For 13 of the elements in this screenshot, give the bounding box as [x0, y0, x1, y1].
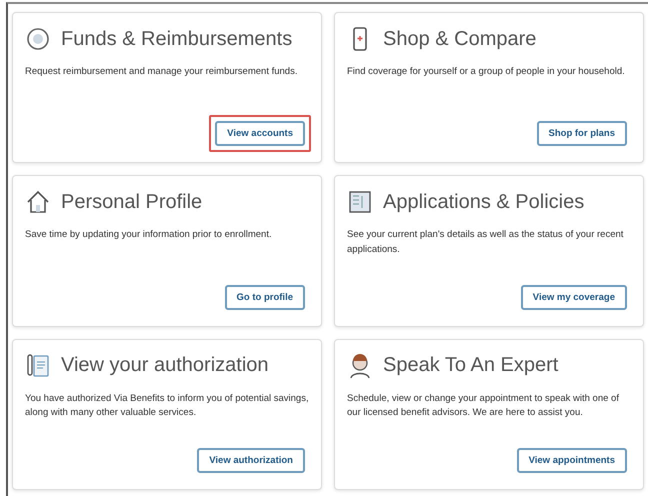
card-description: Find coverage for yourself or a group of people in your household.: [347, 65, 626, 79]
card-title: Speak To An Expert: [383, 354, 558, 378]
card-action-button[interactable]: View accounts: [209, 115, 311, 152]
card-description: You have authorized Via Benefits to inform you of potential savings, along with many other valuable services.: [25, 392, 310, 420]
card-description: Schedule, view or change your appointment to speak with one of our licensed benefit advisors. We are here to assist you.: [347, 392, 620, 420]
card-title: Funds & Reimbursements: [61, 28, 292, 50]
card-title: Personal Profile: [61, 190, 202, 214]
card-title: Shop & Compare: [383, 28, 536, 50]
card-title: View your authorization: [61, 354, 269, 378]
card-description: See your current plan's details as well as the status of your recent applications.: [347, 228, 624, 258]
card-description: Save time by updating your information prior to enrollment.: [25, 228, 273, 242]
card-description: Request reimbursement and manage your reimbursement funds.: [25, 65, 298, 79]
card-title: Applications & Policies: [383, 190, 584, 214]
